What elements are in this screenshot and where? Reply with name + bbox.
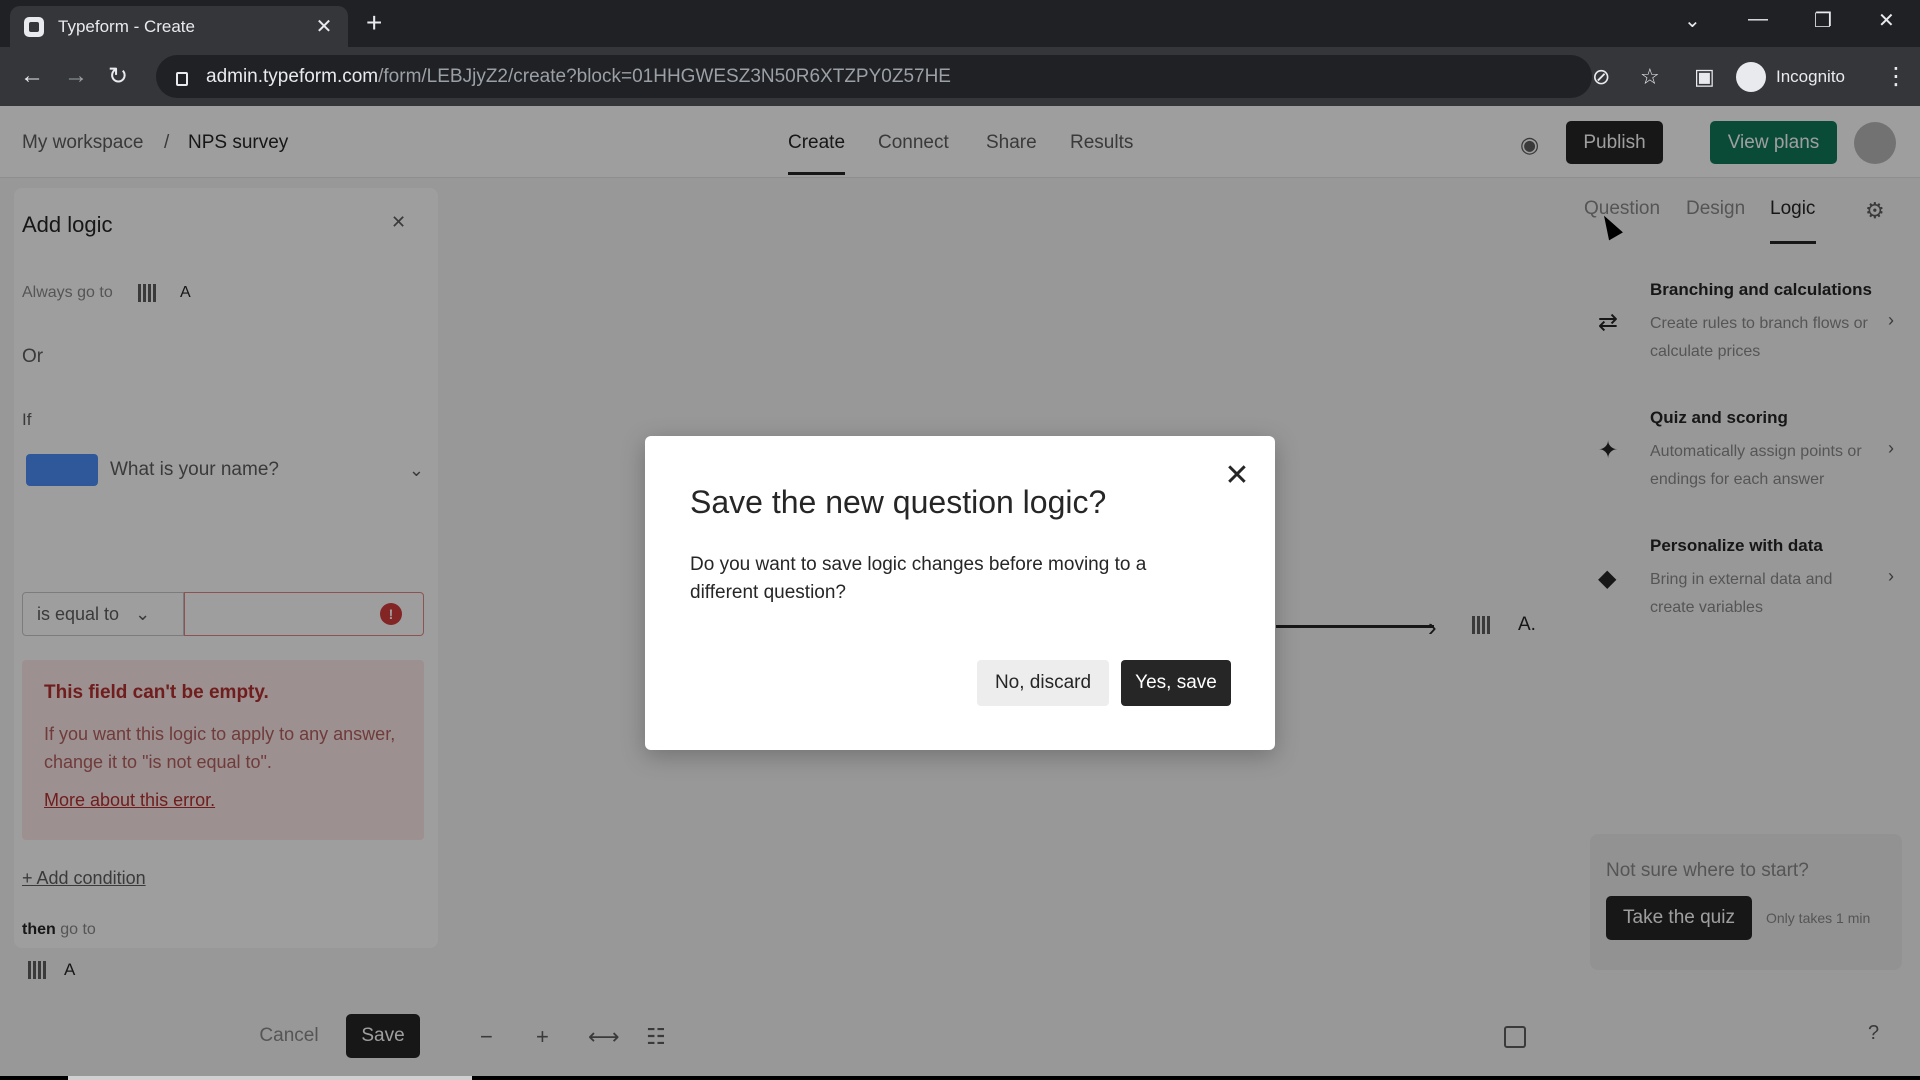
reload-icon[interactable]: ↻ <box>108 62 128 91</box>
forward-arrow-icon[interactable]: → <box>64 62 88 90</box>
dialog-title: Save the new question logic? <box>690 484 1107 520</box>
discard-button[interactable]: No, discard <box>977 660 1109 706</box>
tab-search-chevron-icon[interactable]: ⌄ <box>1684 8 1701 33</box>
browser-menu-icon[interactable]: ⋮ <box>1884 62 1908 91</box>
restore-window-icon[interactable]: ❐ <box>1814 8 1832 33</box>
dialog-message: Do you want to save logic changes before… <box>690 554 1147 603</box>
tab-close-icon[interactable]: ✕ <box>314 14 334 39</box>
bottom-strip-segment <box>68 1076 472 1080</box>
close-icon[interactable]: ✕ <box>1219 458 1255 494</box>
tracking-protection-icon[interactable]: ⊘ <box>1592 64 1610 90</box>
new-tab-button[interactable]: + <box>366 8 382 38</box>
lock-icon <box>176 71 188 86</box>
save-logic-dialog: Save the new question logic? ✕ Do you wa… <box>645 436 1275 750</box>
incognito-icon <box>1736 62 1766 92</box>
bottom-strip <box>0 1076 1920 1080</box>
tab-title: Typeform - Create <box>58 16 195 36</box>
incognito-indicator[interactable]: Incognito <box>1736 58 1845 96</box>
confirm-save-button[interactable]: Yes, save <box>1121 660 1231 706</box>
url-field[interactable]: admin.typeform.com /form/LEBJjyZ2/create… <box>156 55 1592 98</box>
typeform-favicon-icon <box>24 16 44 37</box>
browser-tab[interactable]: Typeform - Create ✕ <box>10 6 348 47</box>
close-window-icon[interactable]: ✕ <box>1878 8 1895 33</box>
minimize-window-icon[interactable]: — <box>1748 8 1768 31</box>
incognito-label: Incognito <box>1776 67 1845 86</box>
back-arrow-icon[interactable]: ← <box>20 62 44 90</box>
url-path: /form/LEBJjyZ2/create?block=01HHGWESZ3N5… <box>378 65 951 87</box>
browser-tab-bar: Typeform - Create ✕ + ⌄ — ❐ ✕ <box>0 0 1920 47</box>
url-host: admin.typeform.com <box>206 65 379 87</box>
bookmark-star-icon[interactable]: ☆ <box>1640 64 1660 90</box>
side-panel-icon[interactable]: ▣ <box>1694 64 1715 90</box>
